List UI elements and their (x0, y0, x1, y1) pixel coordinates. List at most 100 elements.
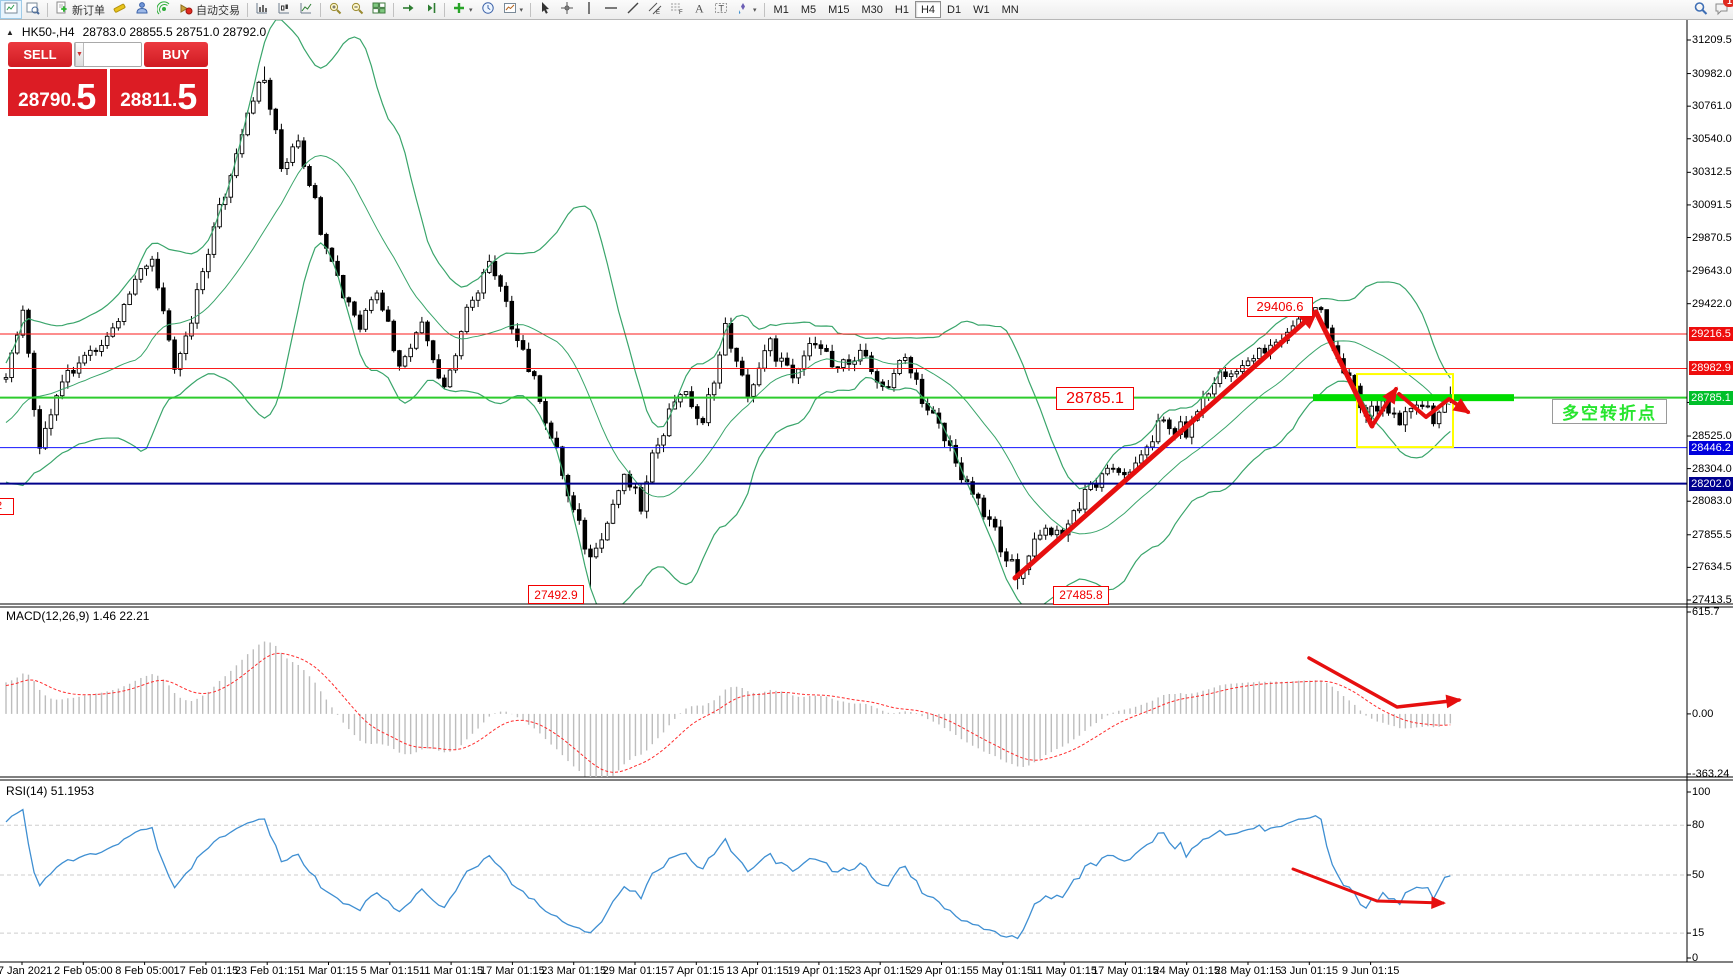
rsi-arrow-head (1431, 896, 1446, 909)
line-chart-icon (299, 1, 313, 18)
toolbar-chart-shift-button[interactable] (419, 0, 441, 19)
macd-axis-tick: -363.24 (1692, 768, 1729, 780)
timeframe-button-M15[interactable]: M15 (822, 1, 855, 18)
sell-button[interactable]: SELL (8, 42, 72, 67)
toolbar-separator (47, 3, 48, 17)
toolbar-autotrade-label: 自动交易 (196, 2, 240, 18)
symbol-ohlc: 28783.0 28855.5 28751.0 28792.0 (83, 25, 267, 39)
chart-window-icon (4, 1, 18, 18)
toolbar-horizontal-line-button[interactable] (600, 0, 622, 19)
toolbar-autotrade-button[interactable]: 自动交易 (175, 0, 244, 19)
toolbar-zoom-out-button[interactable] (346, 0, 368, 19)
toolbar-new-order-button[interactable]: 新订单 (51, 0, 109, 19)
toolbar-shapes-button[interactable]: ▾ (732, 0, 761, 19)
toolbar-add-indicator-button[interactable]: ▾ (448, 0, 477, 19)
toolbar-candle-chart-mode-button[interactable] (273, 0, 295, 19)
swing-high-label[interactable]: 29406.6 (1247, 297, 1313, 317)
toolbar-zoom-in-button[interactable] (324, 0, 346, 19)
collapse-icon[interactable]: ▲ (6, 28, 14, 37)
candle-chart-icon (277, 1, 291, 18)
time-axis-label: 5 Mar 01:15 (360, 965, 419, 977)
pivot-note-text[interactable]: 多空转折点 (1552, 399, 1667, 424)
toolbar-equidistant-channel-button[interactable]: E (644, 0, 666, 19)
signal-icon (157, 1, 171, 18)
left-clipped-label[interactable]: 2 (0, 498, 14, 515)
toolbar-bar-chart-mode-button[interactable] (251, 0, 273, 19)
notification-count-badge: 1 (1723, 0, 1733, 7)
bar-chart-icon (255, 1, 269, 18)
search-icon[interactable] (1693, 1, 1708, 19)
rsi-axis-tick: 15 (1692, 927, 1704, 939)
toolbar-text-button[interactable]: A (688, 0, 710, 19)
toolbar-templates-button[interactable]: ▾ (499, 0, 528, 19)
toolbar-crosshair-button[interactable] (556, 0, 578, 19)
trend-arrow[interactable] (1316, 312, 1372, 426)
toolbar-vertical-line-button[interactable] (578, 0, 600, 19)
time-axis-label: 29 Apr 01:15 (910, 965, 972, 977)
notifications-icon[interactable]: 1 (1714, 1, 1729, 19)
volume-down-button[interactable]: ▼ (75, 43, 84, 66)
toolbar-expert-advisors-button[interactable] (131, 0, 153, 19)
toolbar-cursor-button[interactable] (534, 0, 556, 19)
toolbar-fibonacci-button[interactable]: F (666, 0, 688, 19)
macd-indicator-label: MACD(12,26,9) 1.46 22.21 (6, 609, 149, 623)
buy-price[interactable]: 28811.5 (110, 69, 209, 116)
macd-pane (6, 642, 1450, 783)
text-icon: A (692, 1, 706, 18)
level-axis-label: 28446.2 (1689, 441, 1733, 455)
timeframe-button-MN[interactable]: MN (996, 1, 1025, 18)
toolbar-auto-scroll-button[interactable] (397, 0, 419, 19)
autotrade-icon (179, 1, 193, 18)
time-axis-label: 28 May 01:15 (1215, 965, 1282, 977)
time-axis-label: 17 May 01:15 (1092, 965, 1159, 977)
chevron-down-icon: ▾ (469, 6, 473, 14)
price-tick: 29643.0 (1692, 265, 1732, 277)
shapes-icon (736, 1, 750, 18)
sell-price[interactable]: 28790.5 (8, 69, 107, 116)
toolbar-periods-button[interactable] (477, 0, 499, 19)
symbol-header: ▲ HK50-,H4 28783.0 28855.5 28751.0 28792… (6, 25, 266, 39)
timeframe-button-D1[interactable]: D1 (941, 1, 967, 18)
buy-button[interactable]: BUY (144, 42, 208, 67)
toolbar-trendline-button[interactable] (622, 0, 644, 19)
level-axis-label: 29216.5 (1689, 327, 1733, 341)
toolbar-signals-button[interactable] (153, 0, 175, 19)
time-axis-label: 3 Jun 01:15 (1281, 965, 1339, 977)
swing-low-march-label[interactable]: 27492.9 (528, 585, 584, 604)
volume-input[interactable] (84, 43, 142, 66)
timeframe-button-M30[interactable]: M30 (856, 1, 889, 18)
sell-price-frac: 5 (76, 80, 96, 114)
crayon-icon (113, 1, 127, 18)
toolbar-chart-window-button[interactable] (0, 0, 22, 19)
level-axis-label: 28202.0 (1689, 477, 1733, 491)
chart-shift-icon (423, 1, 437, 18)
period-icon (481, 1, 495, 18)
time-axis-label: 23 Mar 01:15 (541, 965, 606, 977)
timeframe-button-H1[interactable]: H1 (889, 1, 915, 18)
timeframe-button-H4[interactable]: H4 (915, 1, 941, 18)
toolbar-chart-preview-button[interactable] (22, 0, 44, 19)
buy-price-frac: 5 (177, 80, 197, 114)
toolbar-line-chart-mode-button[interactable] (295, 0, 317, 19)
green-band[interactable] (1313, 394, 1514, 401)
toolbar-tile-windows-button[interactable] (368, 0, 390, 19)
toolbar-crayon-button[interactable] (109, 0, 131, 19)
tile-windows-icon (372, 1, 386, 18)
toolbar-new-order-label: 新订单 (72, 2, 105, 18)
svg-text:A: A (695, 2, 704, 16)
macd-axis-tick: 0.00 (1692, 708, 1713, 720)
time-axis-label: 24 May 01:15 (1153, 965, 1220, 977)
time-axis-label: 11 Mar 01:15 (419, 965, 483, 977)
swing-low-may-label[interactable]: 27485.8 (1053, 586, 1109, 605)
timeframe-button-W1[interactable]: W1 (967, 1, 996, 18)
timeframe-button-M5[interactable]: M5 (795, 1, 822, 18)
pivot-price-label[interactable]: 28785.1 (1056, 387, 1134, 410)
price-tick: 27855.5 (1692, 529, 1732, 541)
rsi-axis-tick: 80 (1692, 819, 1704, 831)
toolbar-text-label-button[interactable]: T (710, 0, 732, 19)
symbol-title: HK50-,H4 (22, 25, 75, 39)
timeframe-button-M1[interactable]: M1 (768, 1, 795, 18)
crosshair-icon (560, 1, 574, 18)
cursor-icon (538, 1, 552, 18)
rsi-arrow[interactable] (1293, 869, 1443, 903)
